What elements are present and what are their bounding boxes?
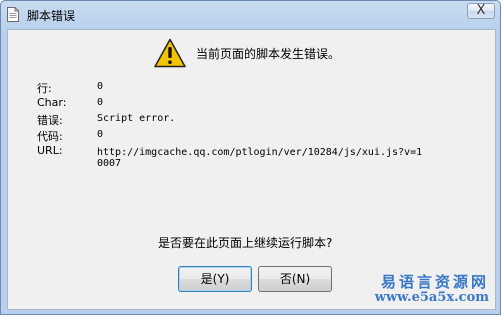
error-headline: 当前页面的脚本发生错误。	[196, 47, 341, 61]
detail-value-char: 0	[97, 97, 104, 108]
watermark-url: www.e5a5x.com	[374, 290, 489, 305]
detail-value-line: 0	[97, 81, 104, 92]
warning-icon	[154, 38, 186, 68]
detail-value-error: Script error.	[97, 113, 176, 124]
detail-label-url: URL:	[37, 144, 63, 157]
dialog-body: 当前页面的脚本发生错误。 行: 0 Char: 0 错误: Script err…	[7, 29, 496, 310]
watermark: 易语言资源网 www.e5a5x.com	[375, 271, 489, 305]
detail-label-error: 错误:	[37, 114, 63, 127]
title-bar[interactable]: 脚本错误 X	[1, 1, 500, 29]
yes-button[interactable]: 是(Y)	[178, 266, 252, 292]
continue-question: 是否要在此页面上继续运行脚本?	[158, 236, 333, 250]
document-icon	[7, 7, 19, 22]
close-button[interactable]: X	[467, 3, 495, 19]
detail-value-code: 0	[97, 129, 104, 140]
close-icon: X	[476, 3, 486, 18]
detail-label-line: 行:	[37, 82, 52, 95]
detail-value-url: http://imgcache.qq.com/ptlogin/ver/10284…	[97, 147, 423, 169]
detail-label-code: 代码:	[37, 130, 63, 143]
script-error-dialog: 脚本错误 X 当前页面的脚本发生错误。 行: 0 Char: 0 错误: Scr…	[0, 0, 501, 315]
detail-label-char: Char:	[37, 96, 67, 109]
no-button[interactable]: 否(N)	[258, 266, 332, 292]
watermark-title: 易语言资源网	[380, 273, 489, 291]
window-title: 脚本错误	[27, 9, 76, 23]
